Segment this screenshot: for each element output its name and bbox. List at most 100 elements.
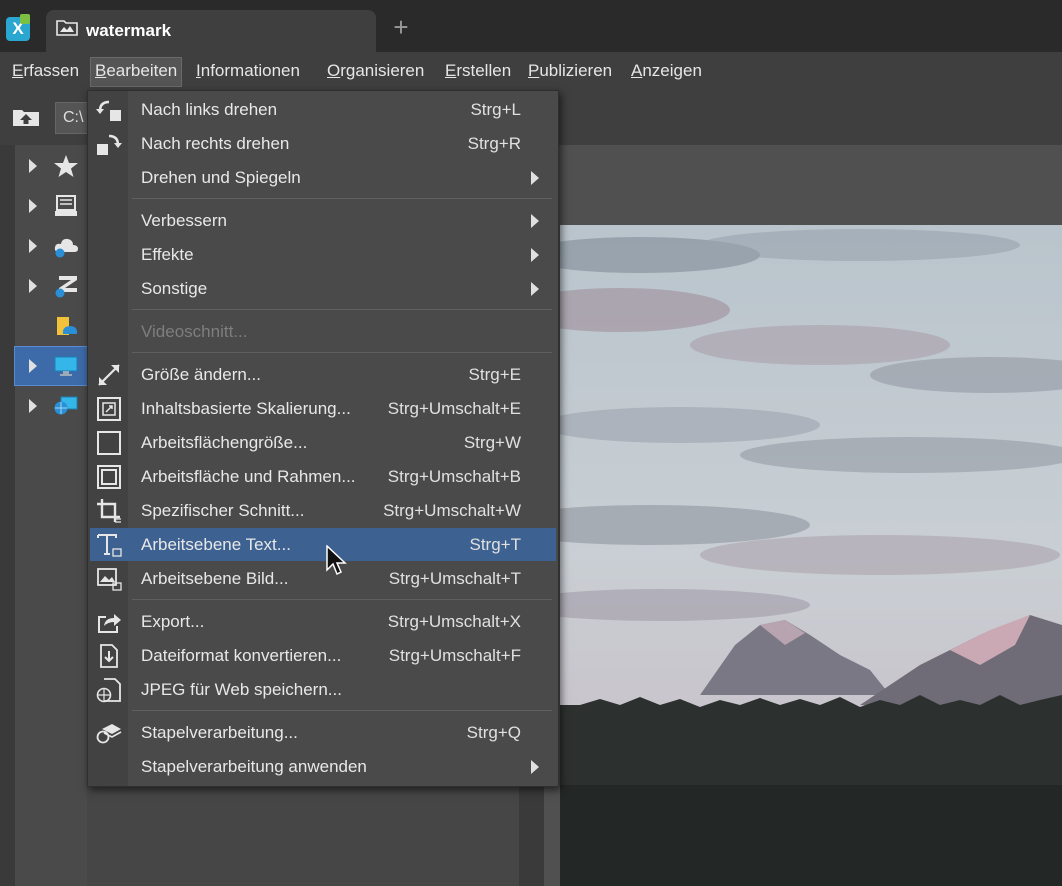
tab-watermark[interactable]: watermark [46,10,376,52]
menu-item-text-layer[interactable]: Arbeitsebene Text... Strg+T [90,528,556,561]
menu-item-label: Größe ändern... [141,365,262,384]
tab-title: watermark [86,21,172,40]
menu-erstellen[interactable]: Erstellen [445,61,511,85]
tree-item-drive[interactable] [15,187,87,225]
menu-item-export[interactable]: Export... Strg+Umschalt+X [90,605,556,638]
rotate-left-icon [96,100,121,121]
menu-separator [132,309,552,310]
menu-item-shortcut: Strg+R [467,134,521,153]
cloud-icon [54,238,78,258]
menu-item-rotate-right[interactable]: Nach rechts drehen Strg+R [90,127,556,160]
menu-item-label: Drehen und Spiegeln [141,168,301,187]
star-icon [54,155,78,177]
menu-item-rotate-left[interactable]: Nach links drehen Strg+L [90,93,556,126]
menu-item-label: Arbeitsflächengröße... [141,433,308,452]
menu-item-shortcut: Strg+Umschalt+E [387,399,521,418]
menu-item-image-layer[interactable]: Arbeitsebene Bild... Strg+Umschalt+T [90,562,556,595]
tree-item-cloud[interactable] [15,227,87,265]
menu-item-batch[interactable]: Stapelverarbeitung... Strg+Q [90,716,556,749]
menu-item-label: Sonstige [141,279,208,298]
menu-item-label: Spezifischer Schnitt... [141,501,305,520]
network-icon [54,396,78,415]
menu-item-label: JPEG für Web speichern... [141,680,342,699]
menu-item-shortcut: Strg+Umschalt+T [388,569,521,588]
menu-item-rotate-flip[interactable]: Drehen und Spiegeln [90,161,556,194]
menu-item-shortcut: Strg+Q [466,723,521,742]
menu-item-label: Verbessern [141,211,227,230]
menu-item-other[interactable]: Sonstige [90,272,556,305]
add-tab-button[interactable]: + [390,14,412,40]
rotate-right-icon [97,134,122,155]
expand-arrow-icon[interactable] [29,279,37,293]
expand-arrow-icon[interactable] [29,239,37,253]
expand-arrow-icon[interactable] [29,159,37,173]
menu-item-content-aware-scale[interactable]: Inhaltsbasierte Skalierung... Strg+Umsch… [90,392,556,425]
menu-item-video-cut: Videoschnitt... [90,315,556,348]
tree-item-zoner-cloud[interactable] [15,267,87,305]
menu-publizieren[interactable]: Publizieren [528,61,612,85]
app-logo-icon[interactable]: X [6,14,30,41]
menu-item-shortcut: Strg+Umschalt+W [383,501,521,520]
menu-item-effects[interactable]: Effekte [90,238,556,271]
menu-separator [132,198,552,199]
canvas-size-icon [97,431,121,455]
image-layer-icon [97,568,122,591]
menu-item-specific-crop[interactable]: Spezifischer Schnitt... Strg+Umschalt+W [90,494,556,527]
menu-item-label: Arbeitsfläche und Rahmen... [141,467,356,486]
menu-anzeigen[interactable]: Anzeigen [631,61,702,85]
tree-item-network[interactable] [15,387,87,425]
tree-item-favorites[interactable] [15,147,87,185]
menu-item-save-web[interactable]: JPEG für Web speichern... [90,673,556,706]
menu-item-shortcut: Strg+Umschalt+F [388,646,521,665]
menu-informationen[interactable]: Informationen [196,61,300,85]
preview-panel [544,145,1062,886]
title-bar: X watermark + [0,0,1062,52]
menu-bearbeiten[interactable]: Bearbeiten [89,57,183,87]
menu-item-label: Effekte [141,245,194,264]
folder-tree [14,145,88,886]
menu-item-convert-format[interactable]: Dateiformat konvertieren... Strg+Umschal… [90,639,556,672]
menu-item-canvas-size[interactable]: Arbeitsflächengröße... Strg+W [90,426,556,459]
menu-item-shortcut: Strg+L [470,100,521,119]
up-folder-icon[interactable] [12,105,40,127]
user-folder-icon [57,317,77,335]
menu-item-label: Nach rechts drehen [141,134,290,153]
menu-item-resize[interactable]: Größe ändern... Strg+E [90,358,556,391]
menu-item-label: Arbeitsebene Text... [141,535,291,554]
menu-item-label: Stapelverarbeitung... [141,723,298,742]
desktop-icon [54,356,78,376]
submenu-arrow-icon [531,214,539,228]
menu-item-label: Export... [141,612,205,631]
menu-item-enhance[interactable]: Verbessern [90,204,556,237]
menu-item-label: Nach links drehen [141,100,278,119]
menu-item-shortcut: Strg+Umschalt+X [387,612,521,631]
expand-arrow-icon[interactable] [29,359,37,373]
convert-format-icon [100,644,118,668]
tree-item-user-folder[interactable] [15,307,87,345]
menu-organisieren[interactable]: Organisieren [327,61,424,85]
menu-item-label: Arbeitsebene Bild... [141,569,289,588]
menu-bar: Erfassen Bearbeiten Informationen Organi… [0,52,1062,90]
menu-item-shortcut: Strg+W [463,433,521,452]
menu-item-label: Inhaltsbasierte Skalierung... [141,399,351,418]
resize-icon [98,364,120,386]
content-aware-scale-icon [97,397,121,421]
expand-arrow-icon[interactable] [29,199,37,213]
menu-separator [132,710,552,711]
canvas-frame-icon [97,465,121,489]
menu-item-shortcut: Strg+Umschalt+B [387,467,521,486]
submenu-arrow-icon [531,760,539,774]
export-icon [98,614,121,633]
zoner-cloud-icon [55,276,77,298]
expand-arrow-icon[interactable] [29,399,37,413]
menu-item-shortcut: Strg+T [469,535,522,554]
batch-icon [96,724,122,744]
edit-menu-dropdown: Nach links drehen Strg+L Nach rechts dre… [87,90,559,787]
menu-erfassen[interactable]: Erfassen [12,61,79,85]
menu-item-batch-apply[interactable]: Stapelverarbeitung anwenden [90,750,556,783]
save-web-icon [96,678,121,703]
tree-item-desktop[interactable] [14,346,88,386]
submenu-arrow-icon [531,248,539,262]
menu-item-label: Videoschnitt... [141,322,248,341]
menu-item-canvas-frame[interactable]: Arbeitsfläche und Rahmen... Strg+Umschal… [90,460,556,493]
